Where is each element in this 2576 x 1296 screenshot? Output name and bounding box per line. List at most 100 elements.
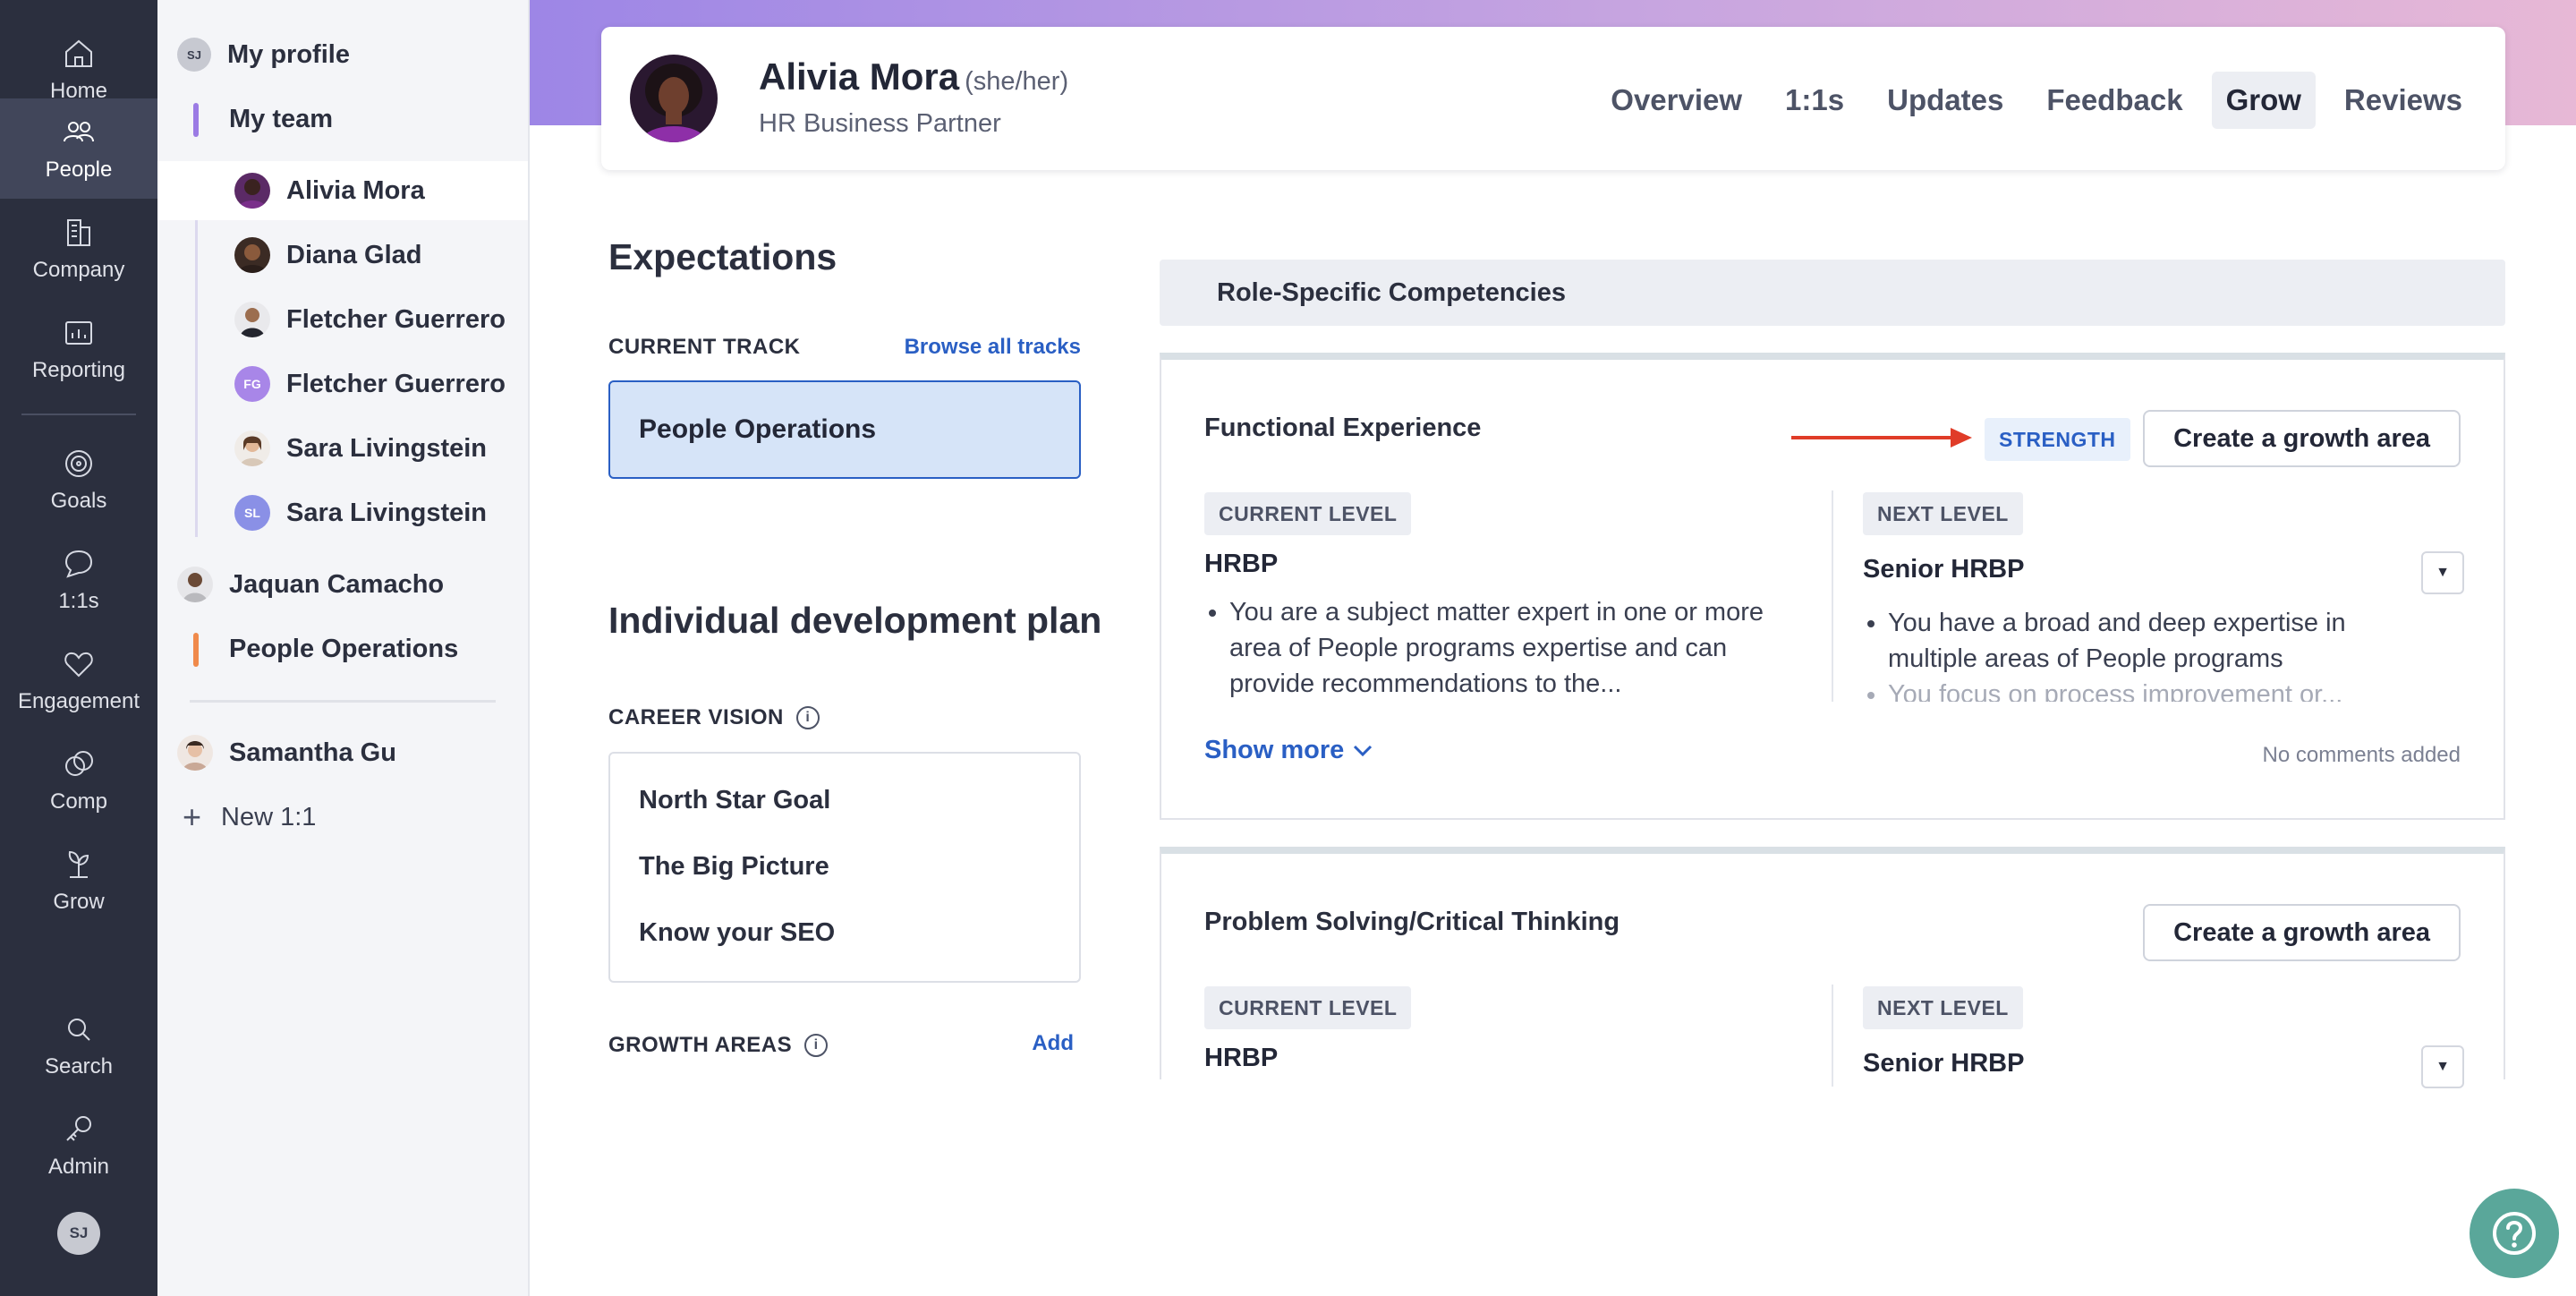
my-team-item[interactable]: My team xyxy=(157,90,528,149)
avatar: FG xyxy=(234,366,270,402)
sidebar-item-label: Alivia Mora xyxy=(286,175,425,205)
people-icon xyxy=(64,122,94,142)
comp-icon xyxy=(65,751,93,776)
current-level-name: HRBP xyxy=(1204,1044,1279,1072)
next-level-dropdown[interactable]: ▼ xyxy=(2421,1045,2464,1088)
sidebar-item-label: Jaquan Camacho xyxy=(229,569,445,599)
vision-item[interactable]: North Star Goal xyxy=(639,786,830,815)
career-vision-label: CAREER VISION xyxy=(608,705,784,729)
info-icon[interactable]: i xyxy=(795,706,820,729)
create-growth-area-button[interactable]: Create a growth area xyxy=(2143,410,2461,467)
growth-areas-heading: GROWTH AREAS i xyxy=(608,1033,829,1058)
nav-goals[interactable]: Goals xyxy=(0,430,157,530)
tab-reviews[interactable]: Reviews xyxy=(2330,72,2477,129)
plus-icon: + xyxy=(183,798,202,835)
nav-engagement[interactable]: Engagement xyxy=(0,630,157,730)
nav-label: Admin xyxy=(47,1155,110,1179)
sidebar-item-fletcher-guerrero[interactable]: Fletcher Guerrero xyxy=(157,290,528,349)
sidebar-item-diana-glad[interactable]: Diana Glad xyxy=(157,226,528,285)
profile-pronouns: (she/her) xyxy=(965,67,1069,96)
sidebar-item-alivia-mora[interactable]: Alivia Mora xyxy=(157,161,528,220)
user-avatar[interactable]: SJ xyxy=(57,1212,100,1255)
vision-item[interactable]: The Big Picture xyxy=(639,852,829,882)
create-growth-area-button[interactable]: Create a growth area xyxy=(2143,904,2461,961)
next-level-bullets: You have a broad and deep expertise in m… xyxy=(1863,605,2436,702)
sidebar-item-samantha-gu[interactable]: Samantha Gu xyxy=(157,723,528,782)
profile-tabs: Overview 1:1s Updates Feedback Grow Revi… xyxy=(1596,72,2477,129)
browse-tracks-link[interactable]: Browse all tracks xyxy=(905,335,1081,360)
tab-feedback[interactable]: Feedback xyxy=(2032,72,2197,129)
nav-label: People xyxy=(45,158,113,182)
nav-label: Search xyxy=(44,1054,114,1079)
nav-reporting[interactable]: Reporting xyxy=(0,299,157,399)
profile-name: Alivia Mora (she/her) xyxy=(759,55,1068,98)
nav-1on1s[interactable]: 1:1s xyxy=(0,530,157,630)
help-button[interactable] xyxy=(2470,1189,2559,1278)
grow-icon xyxy=(68,850,89,878)
show-more-button[interactable]: Show more xyxy=(1204,736,1373,765)
new-1on1-button[interactable]: + New 1:1 xyxy=(157,788,528,847)
growth-areas-label: GROWTH AREAS xyxy=(608,1033,793,1057)
tab-overview[interactable]: Overview xyxy=(1596,72,1756,129)
home-icon xyxy=(65,39,92,67)
sidebar-item-sara-livingstein-2[interactable]: SL Sara Livingstein xyxy=(157,483,528,542)
sidebar-divider xyxy=(190,700,496,703)
nav-label: Goals xyxy=(50,489,107,513)
competency-title: Problem Solving/Critical Thinking xyxy=(1204,908,1620,936)
profile-header-card: Alivia Mora (she/her) HR Business Partner… xyxy=(601,27,2505,170)
tree-line xyxy=(195,168,198,537)
bullet-item: You focus on process improvement or... xyxy=(1888,677,2436,702)
nav-comp[interactable]: Comp xyxy=(0,730,157,831)
sidebar-item-label: Sara Livingstein xyxy=(286,498,488,527)
current-track-label: CURRENT TRACK xyxy=(608,335,801,359)
nav-company[interactable]: Company xyxy=(0,199,157,299)
current-level-tag: CURRENT LEVEL xyxy=(1204,492,1412,535)
sidebar-item-label: People Operations xyxy=(229,634,459,663)
career-vision-heading: CAREER VISION i xyxy=(608,705,820,730)
current-level-tag: CURRENT LEVEL xyxy=(1204,986,1412,1029)
my-profile-item[interactable]: SJ My profile xyxy=(157,25,528,84)
tab-1on1s[interactable]: 1:1s xyxy=(1771,72,1858,129)
profile-name-text: Alivia Mora xyxy=(759,55,960,98)
competencies-header: Role-Specific Competencies xyxy=(1160,260,2505,326)
next-level-name: Senior HRBP xyxy=(1863,1049,2025,1078)
nav-admin[interactable]: Admin xyxy=(0,1096,157,1196)
next-level-dropdown[interactable]: ▼ xyxy=(2421,551,2464,594)
bullet-item: You are a subject matter expert in one o… xyxy=(1229,594,1777,700)
nav-people[interactable]: People xyxy=(0,98,157,199)
info-icon[interactable]: i xyxy=(804,1034,829,1057)
profile-avatar xyxy=(630,55,718,142)
sidebar-item-label: Fletcher Guerrero xyxy=(286,304,506,334)
chat-icon xyxy=(64,550,93,578)
next-level-name: Senior HRBP xyxy=(1863,555,2025,584)
tab-updates[interactable]: Updates xyxy=(1873,72,2018,129)
search-icon xyxy=(68,1019,90,1041)
sidebar-item-people-operations[interactable]: People Operations xyxy=(157,619,528,678)
nav-search[interactable]: Search xyxy=(0,995,157,1096)
comments-status: No comments added xyxy=(2262,743,2461,767)
arrow-annotation-icon xyxy=(1791,428,1972,448)
bullet-item: You have a broad and deep expertise in m… xyxy=(1888,605,2436,677)
nav-grow[interactable]: Grow xyxy=(0,831,157,931)
avatar xyxy=(234,237,270,273)
vision-item[interactable]: Know your SEO xyxy=(639,918,835,948)
avatar xyxy=(177,735,213,771)
add-growth-area-link[interactable]: Add xyxy=(1032,1031,1074,1056)
company-icon xyxy=(67,219,90,246)
heart-icon xyxy=(64,652,93,678)
sidebar-item-fletcher-guerrero-2[interactable]: FG Fletcher Guerrero xyxy=(157,354,528,414)
sidebar-item-jaquan-camacho[interactable]: Jaquan Camacho xyxy=(157,555,528,614)
next-level-tag: NEXT LEVEL xyxy=(1863,986,2023,1029)
main-nav-rail: Home People Company Reporting Goals 1:1s… xyxy=(0,0,157,1296)
current-track-select[interactable]: People Operations xyxy=(608,380,1081,479)
nav-label: Reporting xyxy=(31,358,126,382)
tab-grow[interactable]: Grow xyxy=(2211,72,2316,129)
sidebar-item-label: Diana Glad xyxy=(286,240,422,269)
next-level-tag: NEXT LEVEL xyxy=(1863,492,2023,535)
sidebar-item-sara-livingstein[interactable]: Sara Livingstein xyxy=(157,419,528,478)
sidebar-item-label: New 1:1 xyxy=(221,802,317,831)
sidebar-item-label: My profile xyxy=(227,39,350,69)
competency-title: Functional Experience xyxy=(1204,414,1482,442)
nav-label: Engagement xyxy=(17,689,140,713)
key-icon xyxy=(66,1116,91,1141)
